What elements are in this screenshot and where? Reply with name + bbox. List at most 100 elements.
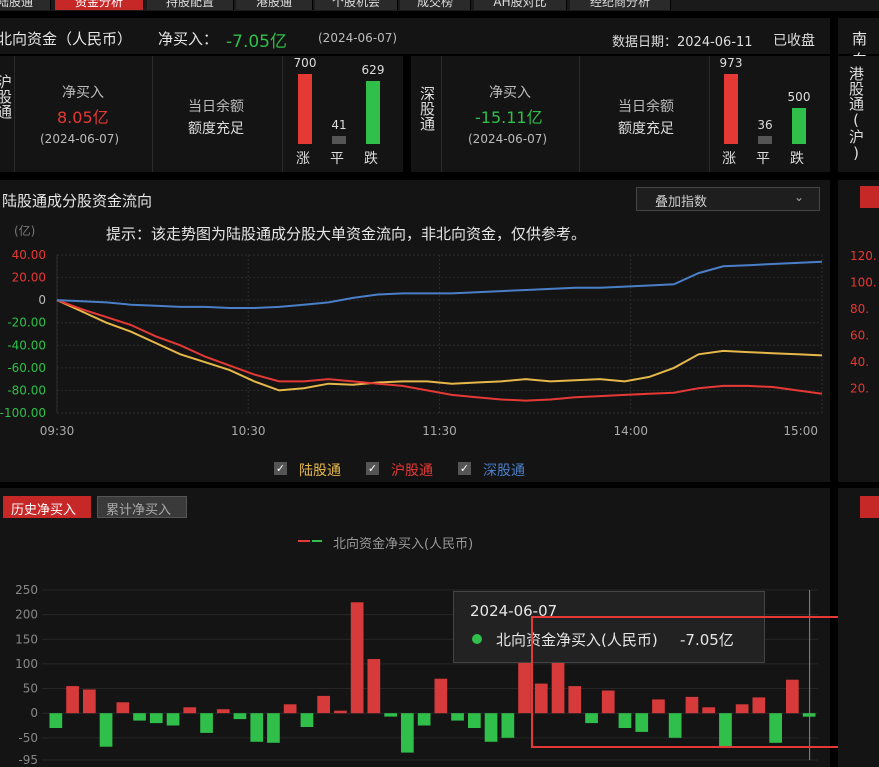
hgt-net-date: (2024-06-07): [40, 132, 120, 146]
history-bar: [334, 710, 347, 714]
y-tick-label: 50: [23, 682, 38, 696]
breadth-value-0: 973: [719, 56, 743, 70]
y-tick-label: 200: [15, 608, 38, 622]
sgt-name: 深股通: [418, 86, 436, 131]
net-buy-value: -7.05亿: [226, 32, 287, 52]
tab-1[interactable]: 陆股通: [0, 0, 51, 10]
flow-line-chart: 40.00 20.00 0 -20.00 -40.00 -60.00 -80.00 -100.…: [0, 248, 823, 438]
breadth-value-2: 500: [787, 89, 811, 104]
breadth-label-2: 跌: [364, 151, 378, 167]
y-tick-label: -40.00: [7, 338, 46, 352]
history-bar: [49, 713, 63, 728]
history-bar: [367, 659, 381, 714]
y-tick-label: 20.00: [12, 271, 46, 285]
flow-legend: ✓ 陆股通 ✓ 沪股通 ✓ 深股通: [274, 460, 574, 479]
hgt-name: 沪股通: [0, 74, 13, 119]
breadth-label-0: 涨: [722, 151, 736, 167]
y-tick-label: -80.00: [7, 383, 46, 397]
sgt-net-label: 净买入: [489, 85, 531, 101]
sgt-quota-value: 额度充足: [618, 121, 674, 137]
tab-3[interactable]: 持股配置: [147, 0, 234, 10]
breadth-bar-0: [298, 74, 312, 144]
legend-checkbox-2[interactable]: ✓: [458, 462, 471, 475]
page-title: 北向资金（人民币）: [0, 30, 133, 48]
hgt-net-value: 8.05亿: [57, 108, 109, 127]
history-bar: [484, 713, 498, 742]
breadth-value-1: 36: [757, 117, 773, 132]
highlight-box: [531, 616, 849, 748]
data-date: 数据日期：2024-06-11: [612, 35, 753, 50]
history-bar: [149, 713, 163, 724]
sgt-breadth-bars: 973 涨 36 平 500 跌: [716, 56, 826, 172]
y-tick-label: 100: [15, 657, 38, 671]
y-tick-label: 0: [30, 706, 38, 720]
x-tick-label: 15:00: [783, 424, 818, 438]
south-flow-axis: 120. 100. 80. 60. 40. 20.: [850, 249, 877, 396]
south-history-tab[interactable]: [860, 496, 879, 518]
tab-6[interactable]: 成交榜: [400, 0, 471, 10]
breadth-label-1: 平: [756, 151, 770, 167]
south-name: 港股通(沪): [847, 66, 865, 162]
market-status: 已收盘: [773, 33, 815, 49]
net-buy-label: 净买入：: [158, 30, 219, 48]
breadth-label-0: 涨: [296, 151, 310, 167]
south-y-tick: 100.: [850, 276, 877, 290]
sgt-net-value: -15.11亿: [475, 108, 543, 127]
history-bar: [267, 713, 280, 743]
tab-7[interactable]: AH股对比: [474, 0, 567, 10]
y-tick-label: 250: [15, 583, 38, 597]
tab-8[interactable]: 经纪商分析: [570, 0, 671, 10]
breadth-bar-1: [332, 135, 346, 144]
south-y-tick: 80.: [850, 302, 869, 316]
history-bar: [133, 713, 146, 721]
flow-chart-panel: 陆股通成分股资金流向 叠加指数 ⌄ 提示：该走势图为陆股通成分股大单资金流向，非…: [0, 180, 830, 482]
tab-5[interactable]: 个股机会: [315, 0, 398, 10]
history-bar: [417, 713, 431, 726]
south-funds-header: 南向: [838, 18, 879, 69]
breadth-value-1: 41: [331, 117, 347, 132]
history-bar: [250, 713, 264, 742]
legend-checkbox-0[interactable]: ✓: [274, 462, 287, 475]
history-bar: [83, 689, 96, 714]
net-buy-date: (2024-06-07): [318, 31, 398, 45]
history-bar: [434, 678, 448, 714]
legend-label-2: 深股通: [483, 463, 525, 479]
y-tick-label: -20.00: [7, 316, 46, 330]
history-bar: [166, 713, 180, 726]
history-bar: [300, 713, 314, 727]
history-bar: [283, 704, 297, 714]
history-bar: [350, 602, 364, 714]
breadth-label-2: 跌: [790, 151, 804, 167]
south-y-tick: 120.: [850, 249, 877, 263]
history-bar: [401, 713, 414, 753]
history-bar: [66, 686, 79, 714]
tab-2[interactable]: 资金分析: [55, 0, 144, 10]
y-tick-label: 150: [15, 632, 38, 646]
sgt-summary-panel: 深股通 净买入 -15.11亿 (2024-06-07) 当日余额 额度充足 9…: [411, 56, 830, 172]
tab-4[interactable]: 港股通: [236, 0, 313, 10]
y-tick-label: 0: [38, 293, 46, 307]
hgt-net-label: 净买入: [62, 85, 104, 101]
history-bar: [384, 713, 397, 717]
legend-checkbox-1[interactable]: ✓: [366, 462, 379, 475]
history-bar: [183, 707, 197, 714]
breadth-bar-2: [792, 107, 806, 144]
breadth-value-0: 700: [293, 56, 317, 70]
breadth-bar-1: [758, 135, 772, 144]
breadth-bar-2: [366, 81, 380, 144]
hgt-summary-panel: 沪股通 净买入 8.05亿 (2024-06-07) 当日余额 额度充足 700…: [0, 56, 403, 172]
y-tick-label: -50: [18, 731, 38, 745]
history-bar: [99, 713, 113, 747]
south-y-tick: 60.: [850, 329, 869, 343]
x-tick-label: 14:00: [613, 424, 648, 438]
x-tick-label: 11:30: [422, 424, 457, 438]
sgt-net-date: (2024-06-07): [468, 132, 548, 146]
sgt-quota-label: 当日余额: [618, 99, 674, 115]
breadth-label-1: 平: [330, 151, 344, 167]
hgt-quota-value: 额度充足: [188, 121, 244, 137]
history-bar: [116, 702, 130, 714]
history-bar: [468, 713, 481, 728]
y-tick-label: 40.00: [12, 248, 46, 262]
history-bar: [233, 713, 247, 720]
top-tab-strip: 陆股通 资金分析 持股配置 港股通 个股机会 成交榜 AH股对比 经纪商分析: [0, 0, 879, 11]
